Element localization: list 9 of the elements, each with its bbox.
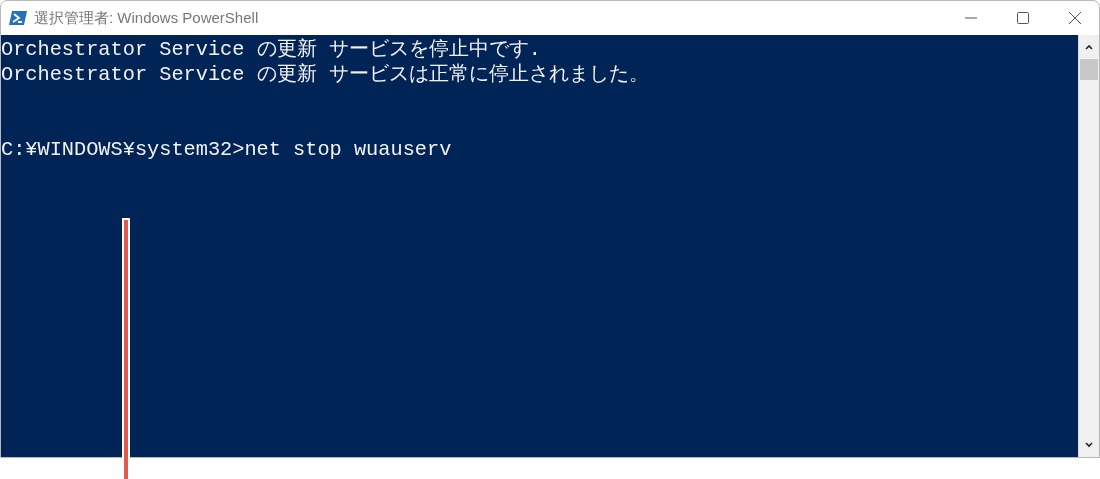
close-icon (1068, 11, 1082, 25)
output-line: Orchestrator Service の更新 サービスは正常に停止されました。 (1, 62, 649, 87)
scrollbar[interactable] (1078, 35, 1099, 457)
window-title: 選択管理者: Windows PowerShell (34, 8, 260, 28)
output-line: Orchestrator Service の更新 サービスを停止中です. (1, 37, 541, 62)
powershell-icon (9, 10, 27, 26)
maximize-icon (1017, 12, 1029, 24)
command-line: C:¥WINDOWS¥system32>net stop wuauserv (1, 137, 452, 162)
scroll-thumb[interactable] (1080, 59, 1098, 80)
